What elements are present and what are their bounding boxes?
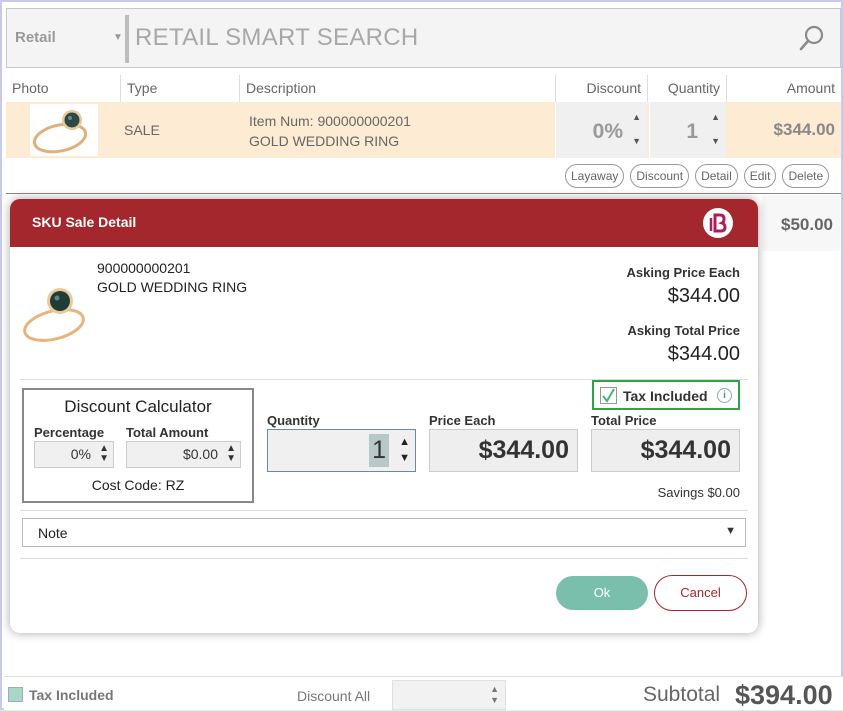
- search-input[interactable]: RETAIL SMART SEARCH: [135, 9, 419, 67]
- total-amount-stepper[interactable]: $0.00 ▲ ▼: [126, 441, 241, 468]
- spinner-icon[interactable]: ▲ ▼: [399, 434, 410, 466]
- spinner-icon[interactable]: ▲ ▼: [226, 444, 236, 464]
- row-divider: [6, 193, 841, 194]
- note-label: Note: [38, 525, 68, 541]
- col-discount: Discount: [555, 75, 647, 102]
- discount-button[interactable]: Discount: [630, 164, 690, 188]
- col-type: Type: [120, 75, 239, 102]
- down-arrow-icon[interactable]: ▼: [632, 136, 641, 146]
- spinner-icon[interactable]: ▲ ▼: [99, 444, 109, 464]
- cancel-button[interactable]: Cancel: [654, 575, 747, 611]
- note-dropdown[interactable]: Note ▼: [22, 518, 746, 547]
- col-photo: Photo: [12, 80, 49, 96]
- col-description: Description: [239, 75, 555, 102]
- detail-button[interactable]: Detail: [695, 164, 738, 188]
- subtotal-label: Subtotal: [643, 683, 721, 706]
- tax-included-label: Tax Included: [623, 388, 708, 404]
- quantity-stepper[interactable]: 1 ▲ ▼: [267, 429, 416, 472]
- discount-all-label: Discount All: [297, 688, 371, 704]
- row2-amount: $50.00: [781, 215, 833, 234]
- price-each-label: Price Each: [429, 413, 496, 428]
- discount-all-input[interactable]: ▲ ▼: [392, 680, 506, 710]
- row-discount-value: 0%: [592, 120, 623, 143]
- percentage-stepper[interactable]: 0% ▲ ▼: [34, 441, 114, 468]
- asking-total-label: Asking Total Price: [627, 323, 740, 338]
- subtotal-value: $394.00: [735, 680, 833, 710]
- sku-number: 900000000201: [97, 260, 191, 276]
- divider: [20, 510, 748, 511]
- spinner-icon[interactable]: ▲ ▼: [490, 684, 499, 706]
- asking-total-value: $344.00: [667, 343, 740, 365]
- total-price-field[interactable]: $344.00: [591, 429, 740, 472]
- chevron-down-icon[interactable]: ▼: [725, 525, 736, 537]
- info-icon[interactable]: i: [717, 388, 732, 403]
- price-each-field[interactable]: $344.00: [429, 429, 578, 472]
- col-amount: Amount: [726, 75, 841, 102]
- percentage-label: Percentage: [34, 425, 105, 440]
- tax-included-toggle[interactable]: Tax Included i: [592, 380, 740, 410]
- tax-included-label: Tax Included: [29, 687, 114, 703]
- dialog-title: SKU Sale Detail: [32, 214, 137, 230]
- asking-each-label: Asking Price Each: [626, 265, 740, 280]
- calculator-title: Discount Calculator: [64, 397, 212, 416]
- table-header: Photo Type Description Discount Quantity…: [6, 75, 841, 102]
- search-icon[interactable]: [792, 18, 832, 58]
- divider: [20, 558, 748, 559]
- down-arrow-icon[interactable]: ▼: [711, 136, 720, 146]
- asking-each-value: $344.00: [667, 285, 740, 307]
- sku-sale-detail-dialog: SKU Sale Detail 900000000201 GOLD WEDDIN…: [10, 199, 758, 633]
- row-description: GOLD WEDDING RING: [249, 133, 400, 149]
- tax-included-checkbox[interactable]: [8, 687, 23, 702]
- quantity-label: Quantity: [267, 413, 320, 428]
- row-item-num: Item Num: 900000000201: [249, 113, 411, 129]
- total-amount-value: $0.00: [182, 446, 218, 462]
- total-amount-label: Total Amount: [126, 425, 209, 440]
- brand-logo-icon: [703, 208, 733, 238]
- col-quantity: Quantity: [647, 75, 726, 102]
- dialog-header: SKU Sale Detail: [10, 199, 758, 247]
- search-bar: Retail ▼ RETAIL SMART SEARCH: [6, 8, 841, 68]
- up-arrow-icon[interactable]: ▲: [632, 112, 641, 122]
- savings-text: Savings $0.00: [657, 485, 740, 500]
- total-price-label: Total Price: [591, 413, 657, 428]
- ok-button[interactable]: Ok: [556, 576, 648, 610]
- cost-code: Cost Code: RZ: [91, 477, 185, 493]
- search-divider: [125, 15, 129, 63]
- chevron-down-icon[interactable]: ▼: [113, 9, 123, 67]
- row-amount: $344.00: [773, 120, 835, 139]
- delete-button[interactable]: Delete: [782, 164, 830, 188]
- row-quantity-value: 1: [686, 120, 698, 143]
- sku-description: GOLD WEDDING RING: [97, 279, 248, 295]
- ring-photo: [30, 104, 98, 156]
- row-quantity-stepper[interactable]: 1 ▲ ▼: [649, 102, 726, 158]
- quantity-value[interactable]: 1: [369, 434, 389, 467]
- layaway-button[interactable]: Layaway: [565, 164, 625, 188]
- tax-included-checkbox[interactable]: [600, 387, 617, 404]
- row-type: SALE: [124, 122, 160, 138]
- row-actions: Layaway Discount Detail Edit Delete: [565, 164, 830, 188]
- edit-button[interactable]: Edit: [743, 164, 777, 188]
- check-icon: [602, 388, 615, 403]
- row-discount-stepper[interactable]: 0% ▲ ▼: [555, 102, 647, 158]
- footer-bar: Tax Included Discount All ▲ ▼ Subtotal $3…: [4, 676, 843, 710]
- percentage-value: 0%: [70, 446, 91, 462]
- ring-photo: [20, 285, 92, 347]
- up-arrow-icon[interactable]: ▲: [711, 112, 720, 122]
- table-row[interactable]: SALE Item Num: 900000000201 GOLD WEDDING…: [6, 102, 841, 158]
- category-select[interactable]: Retail: [15, 9, 125, 67]
- discount-calculator: Discount Calculator Percentage Total Amo…: [22, 388, 254, 503]
